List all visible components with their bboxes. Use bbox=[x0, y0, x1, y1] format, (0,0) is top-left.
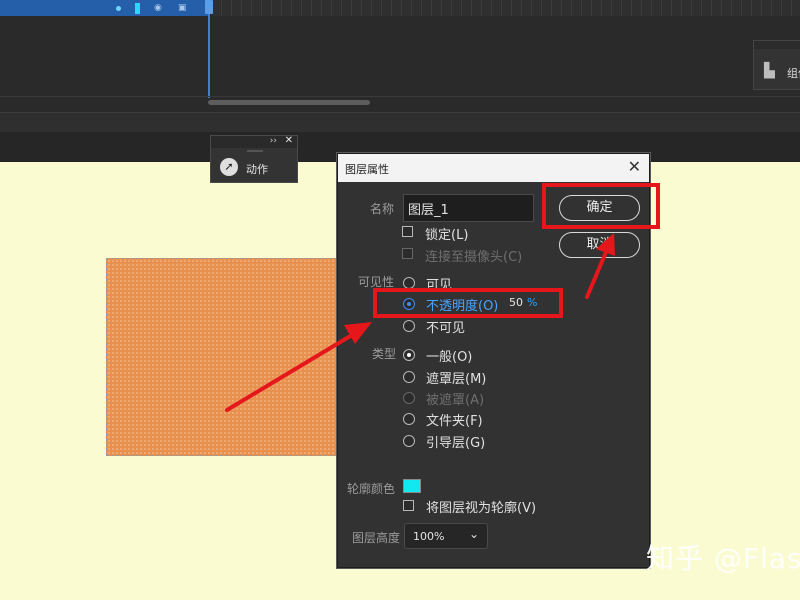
playhead-line bbox=[208, 0, 210, 98]
lock-checkbox[interactable] bbox=[402, 226, 413, 237]
close-icon[interactable]: ✕ bbox=[628, 157, 641, 176]
timeline-scrollbar[interactable] bbox=[208, 100, 370, 105]
type-guide-label: 引导层(G) bbox=[426, 436, 486, 451]
type-label: 类型 bbox=[372, 347, 397, 361]
type-normal-label: 一般(O) bbox=[426, 350, 473, 365]
eye-icon[interactable]: ◉ bbox=[154, 3, 166, 13]
dialog-title: 图层属性 bbox=[345, 163, 389, 176]
lock-icon[interactable]: ▣ bbox=[178, 3, 188, 13]
actions-panel[interactable]: ›› ✕ ➚ 动作 bbox=[210, 135, 298, 183]
view-as-outline-checkbox[interactable] bbox=[403, 500, 414, 511]
actions-icon: ➚ bbox=[220, 158, 238, 176]
outline-color-swatch[interactable] bbox=[403, 479, 421, 493]
panel-grip[interactable] bbox=[247, 150, 263, 152]
type-mask-radio[interactable] bbox=[403, 371, 415, 383]
view-as-outline-label: 将图层视为轮廓(V) bbox=[426, 501, 537, 516]
actions-panel-header: ›› ✕ bbox=[211, 135, 297, 148]
type-masked-radio bbox=[403, 392, 415, 404]
type-masked-label: 被遮罩(A) bbox=[426, 393, 485, 408]
outline-color-icon[interactable] bbox=[135, 3, 140, 14]
invisible-label: 不可见 bbox=[426, 321, 466, 336]
layer-height-value: 100% bbox=[413, 530, 445, 543]
timeline-divider bbox=[0, 96, 800, 97]
stage-rectangle[interactable] bbox=[106, 258, 342, 456]
watermark-text: 知乎 @Flas bbox=[646, 542, 800, 575]
camera-label: 连接至摄像头(C) bbox=[425, 250, 523, 265]
chevron-down-icon: ⌄ bbox=[468, 527, 479, 541]
opacity-highlight-box bbox=[373, 288, 563, 318]
playhead-handle[interactable] bbox=[205, 0, 213, 14]
components-panel[interactable]: ▙ 组件 bbox=[753, 40, 800, 90]
type-folder-label: 文件夹(F) bbox=[426, 414, 483, 429]
timeline-panel: ◉ ▣ ▙ 组件 bbox=[0, 0, 800, 112]
outline-color-label: 轮廓颜色 bbox=[347, 482, 396, 496]
name-input[interactable] bbox=[403, 194, 534, 222]
frames-strip[interactable] bbox=[212, 0, 800, 16]
toolbar-strip bbox=[0, 112, 800, 132]
active-dot-icon bbox=[116, 6, 121, 11]
cancel-button[interactable]: 取消 bbox=[559, 232, 640, 258]
type-mask-label: 遮罩层(M) bbox=[426, 372, 487, 387]
invisible-radio[interactable] bbox=[403, 320, 415, 332]
name-label: 名称 bbox=[370, 202, 395, 216]
layer-height-select[interactable]: 100% ⌄ bbox=[404, 523, 488, 549]
collapse-icon[interactable]: ›› bbox=[270, 136, 277, 146]
layer-height-label: 图层高度 bbox=[352, 531, 401, 545]
actions-label[interactable]: 动作 bbox=[246, 161, 268, 177]
components-label: 组件 bbox=[787, 67, 800, 80]
type-normal-radio[interactable] bbox=[403, 349, 415, 361]
lock-label: 锁定(L) bbox=[425, 228, 469, 243]
type-guide-radio[interactable] bbox=[403, 435, 415, 447]
camera-checkbox bbox=[402, 248, 413, 259]
close-icon[interactable]: ✕ bbox=[285, 135, 293, 146]
ok-highlight-box bbox=[542, 183, 660, 229]
components-icon: ▙ bbox=[764, 63, 775, 79]
dialog-titlebar[interactable]: 图层属性 ✕ bbox=[338, 154, 649, 182]
selected-layer-row[interactable]: ◉ ▣ bbox=[0, 0, 210, 16]
panel-tab bbox=[754, 41, 800, 49]
type-folder-radio[interactable] bbox=[403, 413, 415, 425]
